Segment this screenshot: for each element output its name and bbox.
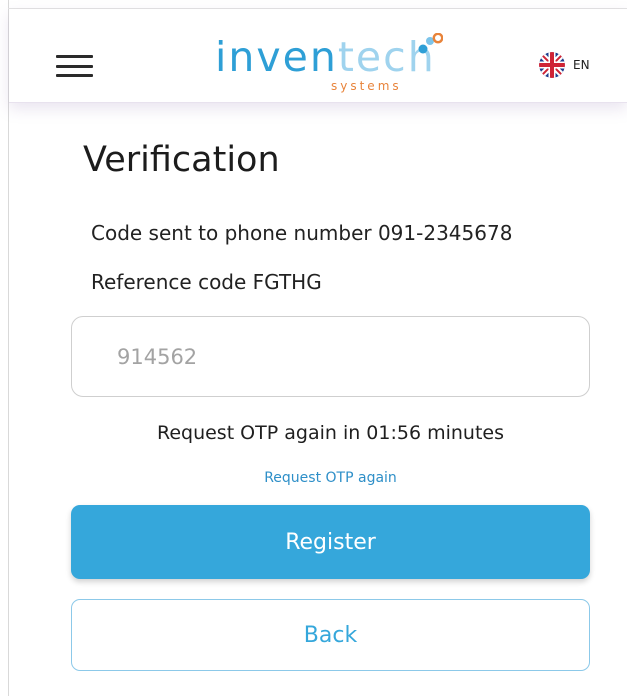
language-selector[interactable]: EN [539,47,590,83]
logo-subtext: systems [331,79,402,93]
logo-dots-icon [418,33,443,54]
code-sent-text: Code sent to phone number 091-2345678 [91,221,513,245]
otp-input[interactable] [71,316,590,397]
language-code: EN [573,58,590,72]
reference-code-text: Reference code FGTHG [91,270,322,294]
page-title: Verification [83,140,280,180]
register-button[interactable]: Register [71,505,590,579]
hamburger-menu-icon[interactable] [56,55,93,77]
request-otp-again-link[interactable]: Request OTP again [71,470,590,486]
inventech-logo[interactable]: inventech systems [215,27,445,97]
app-header: inventech systems EN [9,9,627,103]
app-frame: inventech systems EN Verification Code s… [0,0,627,696]
left-border [8,0,9,696]
otp-countdown-text: Request OTP again in 01:56 minutes [156,422,505,444]
uk-flag-icon [539,52,565,78]
logo-text: inventech [215,33,436,81]
back-button[interactable]: Back [71,599,590,671]
